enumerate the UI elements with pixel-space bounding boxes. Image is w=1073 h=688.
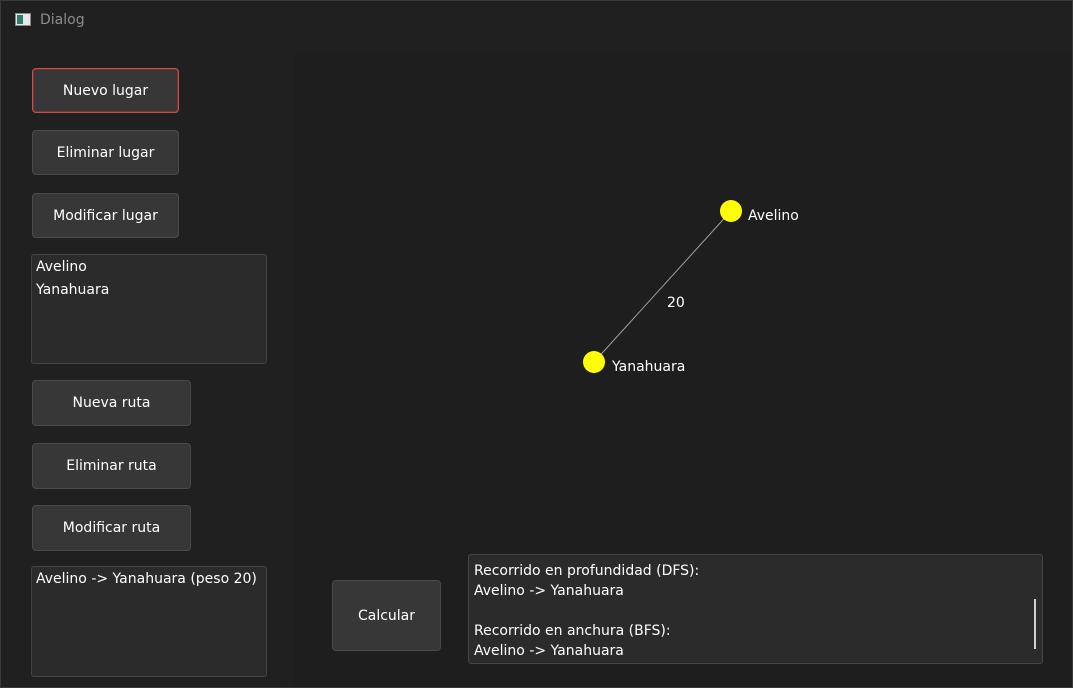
node-label: Yanahuara xyxy=(611,359,685,375)
output-line: Avelino -> Yanahuara xyxy=(474,643,624,659)
graph-node xyxy=(583,351,605,373)
edge-weight-label: 20 xyxy=(667,295,685,311)
output-line: Recorrido en anchura (BFS): xyxy=(474,623,671,639)
node-label: Avelino xyxy=(748,208,799,224)
calculate-button[interactable]: Calcular xyxy=(332,580,441,651)
traversal-output[interactable]: Recorrido en profundidad (DFS): Avelino … xyxy=(468,554,1043,664)
graph-node xyxy=(720,200,742,222)
scrollbar-thumb[interactable] xyxy=(1034,599,1036,649)
dialog-window: Dialog Nuevo lugar Eliminar lugar Modifi… xyxy=(0,0,1073,688)
output-line: Recorrido en profundidad (DFS): xyxy=(474,563,700,579)
graph-edge xyxy=(593,210,732,363)
output-line: Avelino -> Yanahuara xyxy=(474,583,624,599)
